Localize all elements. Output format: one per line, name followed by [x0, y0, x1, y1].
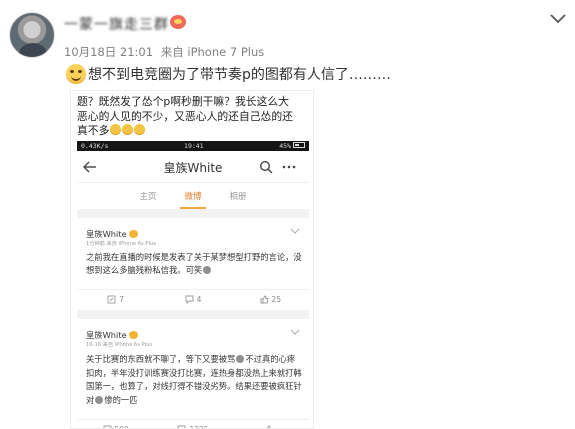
user-badge-icon	[170, 15, 186, 29]
phone-status-bar: 0.43K/s 19:41 45%	[77, 141, 309, 151]
comment-button[interactable]: 1225	[154, 420, 231, 428]
profile-tabs: 主页 微博 相册	[77, 183, 309, 209]
card-text-part: 关于比赛的东西就不聊了，等下又要被骂	[86, 354, 236, 364]
battery-percent: 45%	[279, 142, 291, 150]
post-timestamp[interactable]: 10月18日 21:01	[64, 45, 153, 59]
emoji-icon	[122, 124, 134, 135]
post-text: 想不到电竞圈为了带节奏p的图都有人信了………	[88, 67, 391, 83]
emoji-icon	[203, 266, 212, 274]
post-meta: 10月18日 21:01 来自 iPhone 7 Plus	[64, 44, 268, 60]
status-network-speed: 0.43K/s	[81, 142, 109, 150]
card-author-name[interactable]: 皇族White	[86, 229, 127, 239]
repost-button[interactable]: 7	[77, 290, 154, 309]
status-battery: 45%	[279, 142, 305, 150]
like-button[interactable]	[232, 420, 309, 428]
card-author[interactable]: 皇族White	[86, 228, 138, 240]
battery-icon	[292, 142, 305, 148]
emoji-icon	[95, 395, 104, 404]
card-meta: 10-16 来自 iPhone 6s Plus	[86, 342, 153, 348]
post-body: 想不到电竞圈为了带节奏p的图都有人信了………	[66, 63, 391, 85]
card-text: 关于比赛的东西就不聊了，等下又要被骂 不过真的心疼扣肉，半年没打训练赛没打比赛，连…	[86, 353, 302, 407]
comment-button[interactable]: 4	[154, 290, 231, 309]
card-actions: 7 4 25	[77, 289, 309, 309]
profile-title: 皇族White	[163, 161, 223, 175]
image-caption-line: 恶心的人见的不少，又恶心人的还自己怂的还	[77, 109, 293, 123]
emoji-icon	[110, 124, 122, 135]
image-caption-text: 真不多	[77, 124, 110, 137]
username[interactable]: 一蒙一旗走三群	[64, 14, 169, 34]
post-source: 来自 iPhone 7 Plus	[160, 45, 265, 59]
image-caption-line: 题？既然发了怂个p啊秒删干嘛？我长这么大	[77, 95, 289, 108]
chevron-down-icon[interactable]	[548, 12, 568, 26]
post-image[interactable]: 题？既然发了怂个p啊秒删干嘛？我长这么大 恶心的人见的不少，又恶心人的还自己怂的…	[70, 90, 314, 429]
weibo-card[interactable]: 皇族White 10-16 来自 iPhone 6s Plus 关于比赛的东西就…	[77, 319, 309, 428]
phone-nav-bar: 皇族White	[77, 151, 309, 183]
card-actions: 500 1225	[77, 419, 309, 428]
card-author[interactable]: 皇族White	[86, 329, 138, 341]
like-count: 25	[271, 295, 282, 304]
repost-count: 500	[115, 425, 129, 428]
comment-icon	[177, 425, 186, 428]
card-text: 之前我在直播的时候是发表了关于某梦想型打野的言论，没想到这么多脑残粉私信我。可笑	[86, 251, 302, 277]
more-icon[interactable]	[281, 160, 297, 174]
repost-icon	[107, 295, 116, 304]
status-time: 19:41	[184, 142, 204, 150]
verified-badge-icon	[128, 230, 138, 238]
card-text-part: 惨的一匹	[104, 394, 138, 405]
comment-count: 1225	[189, 425, 208, 428]
card-author-name[interactable]: 皇族White	[86, 330, 127, 340]
verified-badge-icon	[128, 331, 138, 339]
user-avatar[interactable]	[9, 12, 55, 58]
image-caption: 题？既然发了怂个p啊秒删干嘛？我长这么大 恶心的人见的不少，又恶心人的还自己怂的…	[77, 95, 309, 139]
comment-icon	[185, 295, 194, 304]
tab-home[interactable]: 主页	[137, 186, 158, 206]
thumbs-up-icon	[267, 425, 271, 428]
thinking-emoji-icon	[66, 64, 86, 84]
repost-button[interactable]: 500	[77, 420, 154, 428]
tab-weibo[interactable]: 微博	[180, 186, 206, 209]
tab-album[interactable]: 相册	[228, 186, 249, 206]
card-text-body: 之前我在直播的时候是发表了关于某梦想型打野的言论，没想到这么多脑残粉私信我。可笑	[86, 252, 302, 275]
chevron-down-icon[interactable]	[290, 328, 300, 336]
card-meta: 1分钟前 来自 iPhone 6s Plus	[86, 241, 156, 247]
phone-screenshot: 0.43K/s 19:41 45% 皇族White 主页 微博 相册 皇族Whi…	[77, 141, 309, 428]
repost-count: 7	[119, 295, 125, 304]
image-caption-line: 真不多	[77, 124, 309, 139]
comment-count: 4	[196, 295, 202, 304]
search-icon[interactable]	[259, 160, 273, 174]
emoji-icon	[134, 124, 146, 135]
emoji-icon	[236, 355, 245, 363]
repost-icon	[103, 425, 111, 428]
like-button[interactable]: 25	[232, 290, 309, 309]
chevron-down-icon[interactable]	[290, 227, 300, 235]
weibo-card[interactable]: 皇族White 1分钟前 来自 iPhone 6s Plus 之前我在直播的时候…	[77, 218, 309, 310]
thumbs-up-icon	[260, 295, 269, 304]
